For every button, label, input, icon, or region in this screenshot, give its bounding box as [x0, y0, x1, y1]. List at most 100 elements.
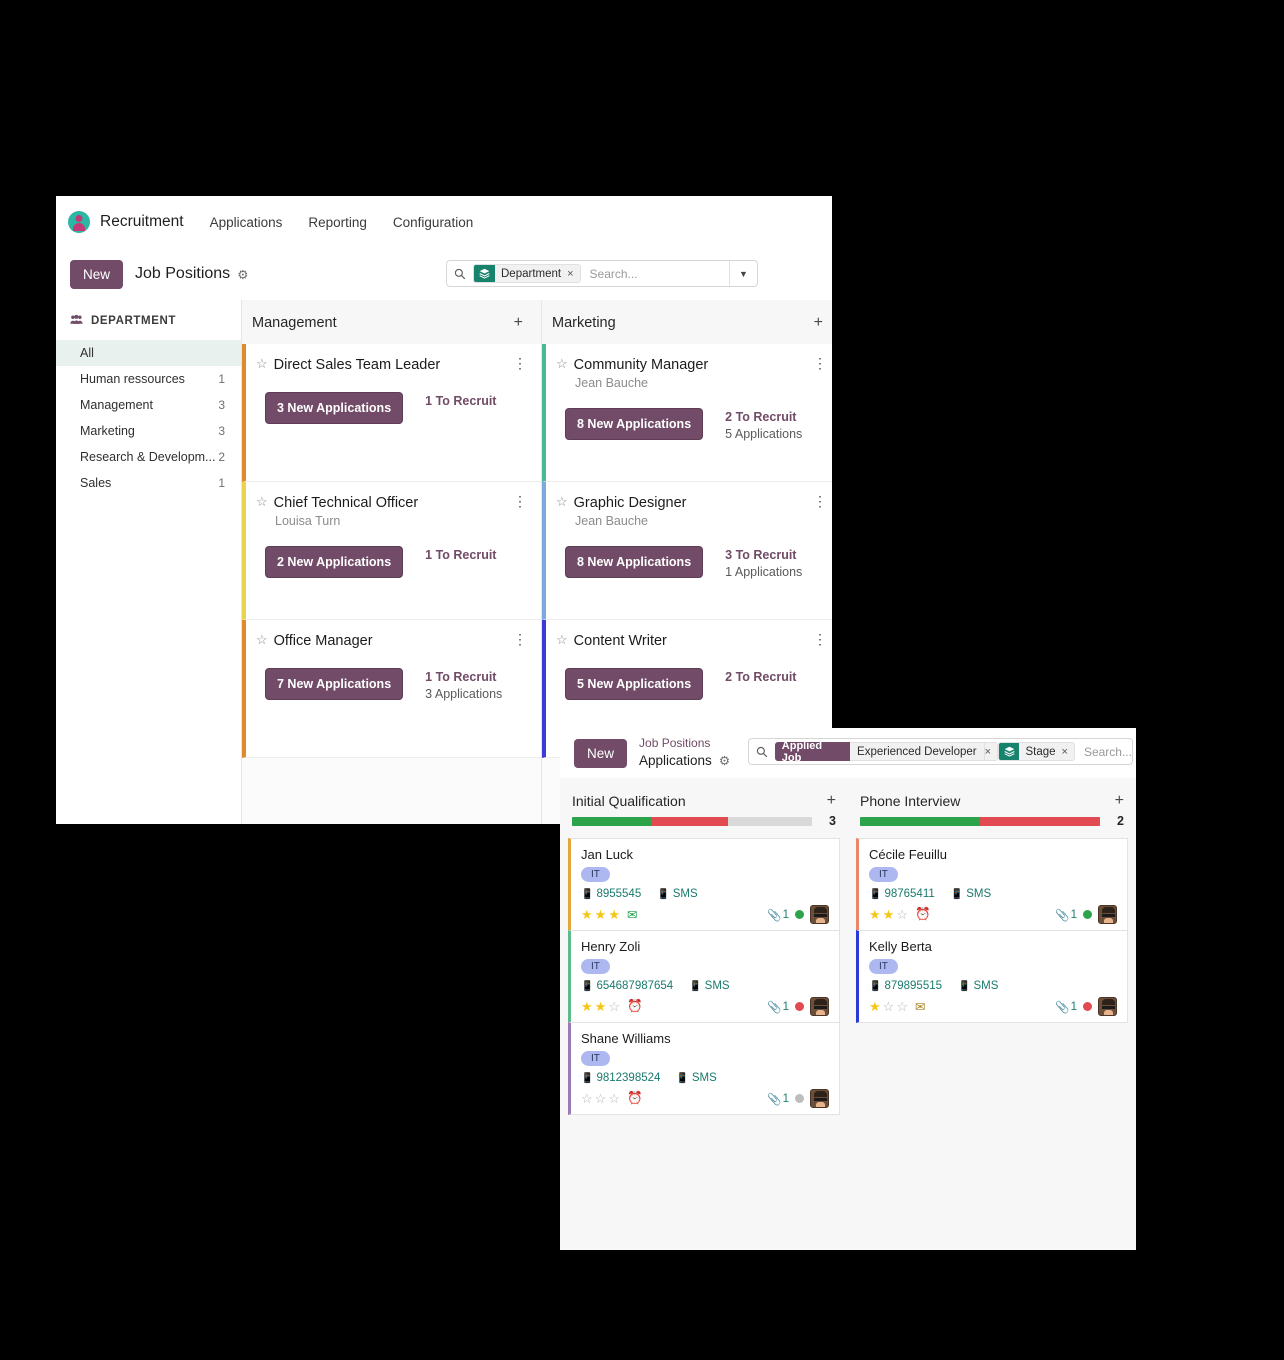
priority-stars[interactable]: ★ ☆ ☆ — [869, 999, 908, 1015]
job-position-card[interactable]: ☆ Office Manager ⋮ 7 New Applications 1 … — [242, 620, 541, 758]
sms-link[interactable]: 📱 SMS — [951, 888, 991, 900]
sidebar-item-management[interactable]: Management 3 — [56, 392, 241, 418]
status-badge[interactable] — [795, 1002, 804, 1011]
clock-icon[interactable]: ⏰ — [915, 907, 931, 922]
job-position-card[interactable]: ☆ Chief Technical Officer ⋮ Louisa Turn … — [242, 482, 541, 620]
to-recruit-count[interactable]: 3 To Recruit — [725, 548, 802, 562]
gear-icon[interactable]: ⚙ — [237, 267, 248, 282]
close-icon[interactable]: × — [567, 268, 579, 280]
star-icon[interactable]: ☆ — [256, 494, 268, 510]
new-applications-button[interactable]: 2 New Applications — [265, 546, 404, 579]
attachment-count[interactable]: 📎 1 — [1055, 908, 1077, 922]
priority-stars[interactable]: ☆ ☆ ☆ — [581, 1091, 620, 1107]
star-icon[interactable]: ★ — [581, 999, 593, 1015]
sms-link[interactable]: 📱 SMS — [958, 980, 998, 992]
priority-stars[interactable]: ★ ★ ★ — [581, 907, 620, 923]
sidebar-item-human-ressources[interactable]: Human ressources 1 — [56, 366, 241, 392]
avatar[interactable] — [810, 1089, 829, 1108]
priority-stars[interactable]: ★ ★ ☆ — [581, 999, 620, 1015]
avatar[interactable] — [810, 905, 829, 924]
phone-number[interactable]: 📱 654687987654 — [581, 980, 673, 992]
sms-link[interactable]: 📱 SMS — [657, 888, 697, 900]
star-icon[interactable]: ☆ — [556, 356, 568, 372]
plus-icon[interactable]: + — [1115, 792, 1124, 810]
sms-link[interactable]: 📱 SMS — [689, 980, 729, 992]
star-icon[interactable]: ☆ — [896, 999, 908, 1015]
avatar[interactable] — [1098, 997, 1117, 1016]
to-recruit-count[interactable]: 1 To Recruit — [425, 548, 496, 562]
plus-icon[interactable]: + — [827, 792, 836, 810]
star-icon[interactable]: ☆ — [556, 494, 568, 510]
tag-badge[interactable]: IT — [581, 867, 610, 882]
new-applications-button[interactable]: 5 New Applications — [565, 668, 704, 701]
breadcrumb-job-positions[interactable]: Job Positions — [639, 736, 730, 751]
to-recruit-count[interactable]: 1 To Recruit — [425, 394, 496, 408]
clock-icon[interactable]: ⏰ — [627, 1091, 643, 1106]
attachment-count[interactable]: 📎 1 — [767, 1092, 789, 1106]
kebab-menu-icon[interactable]: ⋮ — [513, 356, 527, 370]
new-applications-button[interactable]: 8 New Applications — [565, 408, 704, 441]
plus-icon[interactable]: + — [814, 314, 823, 332]
phone-number[interactable]: 📱 8955545 — [581, 888, 641, 900]
application-card[interactable]: Kelly Berta IT 📱 879895515 📱 SMS ★ ☆ ☆ ✉ 📎… — [856, 930, 1128, 1023]
tag-badge[interactable]: IT — [581, 1051, 610, 1066]
plus-icon[interactable]: + — [514, 314, 523, 332]
applications-count[interactable]: 5 Applications — [725, 427, 802, 441]
star-icon[interactable]: ☆ — [896, 907, 908, 923]
star-icon[interactable]: ★ — [869, 907, 881, 923]
star-icon[interactable]: ★ — [883, 907, 895, 923]
tag-badge[interactable]: IT — [581, 959, 610, 974]
job-position-card[interactable]: ☆ Graphic Designer ⋮ Jean Bauche 8 New A… — [542, 482, 832, 620]
star-icon[interactable]: ★ — [581, 907, 593, 923]
star-icon[interactable]: ★ — [608, 907, 620, 923]
nav-item-reporting[interactable]: Reporting — [308, 215, 367, 230]
application-card[interactable]: Cécile Feuillu IT 📱 98765411 📱 SMS ★ ★ ☆ ⏰… — [856, 838, 1128, 930]
avatar[interactable] — [1098, 905, 1117, 924]
progress-bar[interactable] — [860, 816, 1100, 826]
new-button[interactable]: New — [70, 259, 124, 289]
sidebar-item-all[interactable]: All — [56, 340, 241, 366]
star-icon[interactable]: ★ — [595, 999, 607, 1015]
sidebar-item-marketing[interactable]: Marketing 3 — [56, 418, 241, 444]
job-position-card[interactable]: ☆ Community Manager ⋮ Jean Bauche 8 New … — [542, 344, 832, 482]
status-badge[interactable] — [795, 1094, 804, 1103]
attachment-count[interactable]: 📎 1 — [1055, 1000, 1077, 1014]
star-icon[interactable]: ★ — [595, 907, 607, 923]
search-facet-department[interactable]: Department × — [473, 264, 581, 283]
envelope-icon[interactable]: ✉ — [627, 907, 637, 922]
star-icon[interactable]: ★ — [869, 999, 881, 1015]
star-icon[interactable]: ☆ — [595, 1091, 607, 1107]
sidebar-item-sales[interactable]: Sales 1 — [56, 470, 241, 496]
search-bar[interactable]: Department × Search... ▼ — [446, 260, 758, 287]
new-applications-button[interactable]: 3 New Applications — [265, 392, 404, 425]
new-applications-button[interactable]: 7 New Applications — [265, 668, 404, 701]
status-badge[interactable] — [795, 910, 804, 919]
star-icon[interactable]: ☆ — [608, 1091, 620, 1107]
nav-item-configuration[interactable]: Configuration — [393, 215, 473, 230]
close-icon[interactable]: × — [984, 742, 999, 761]
kebab-menu-icon[interactable]: ⋮ — [813, 494, 827, 508]
to-recruit-count[interactable]: 1 To Recruit — [425, 670, 502, 684]
application-card[interactable]: Jan Luck IT 📱 8955545 📱 SMS ★ ★ ★ ✉ 📎 1 — [568, 838, 840, 930]
attachment-count[interactable]: 📎 1 — [767, 908, 789, 922]
kebab-menu-icon[interactable]: ⋮ — [813, 632, 827, 646]
star-icon[interactable]: ☆ — [608, 999, 620, 1015]
star-icon[interactable]: ☆ — [256, 632, 268, 648]
applications-count[interactable]: 3 Applications — [425, 687, 502, 701]
attachment-count[interactable]: 📎 1 — [767, 1000, 789, 1014]
kebab-menu-icon[interactable]: ⋮ — [813, 356, 827, 370]
star-icon[interactable]: ☆ — [581, 1091, 593, 1107]
tag-badge[interactable]: IT — [869, 867, 898, 882]
avatar[interactable] — [810, 997, 829, 1016]
nav-item-applications[interactable]: Applications — [210, 215, 283, 230]
search-bar[interactable]: Applied Job Experienced Developer × Stag… — [748, 738, 1133, 765]
star-icon[interactable]: ☆ — [883, 999, 895, 1015]
to-recruit-count[interactable]: 2 To Recruit — [725, 410, 802, 424]
application-card[interactable]: Shane Williams IT 📱 9812398524 📱 SMS ☆ ☆ ☆… — [568, 1022, 840, 1115]
to-recruit-count[interactable]: 2 To Recruit — [725, 670, 796, 684]
phone-number[interactable]: 📱 9812398524 — [581, 1072, 660, 1084]
app-name[interactable]: Recruitment — [100, 213, 184, 231]
priority-stars[interactable]: ★ ★ ☆ — [869, 907, 908, 923]
star-icon[interactable]: ☆ — [556, 632, 568, 648]
star-icon[interactable]: ☆ — [256, 356, 268, 372]
